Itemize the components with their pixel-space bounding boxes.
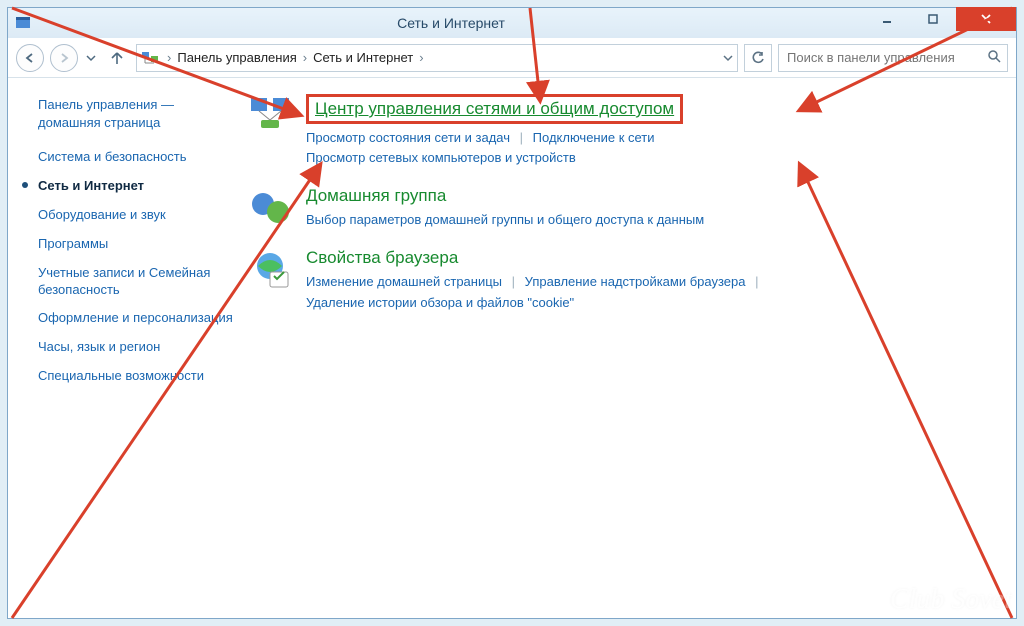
nav-history-dropdown[interactable]	[84, 53, 98, 63]
link-manage-addons[interactable]: Управление надстройками браузера	[525, 274, 746, 289]
address-bar[interactable]: › Панель управления › Сеть и Интернет ›	[136, 44, 738, 72]
nav-up-button[interactable]	[104, 45, 130, 71]
link-view-network-status[interactable]: Просмотр состояния сети и задач	[306, 130, 510, 145]
navbar: › Панель управления › Сеть и Интернет ›	[8, 38, 1016, 78]
control-panel-window: Сеть и Интернет	[7, 7, 1017, 619]
link-change-homepage[interactable]: Изменение домашней страницы	[306, 274, 502, 289]
category-network-sharing-center: Центр управления сетями и общим доступом…	[248, 94, 976, 168]
sidebar-item-programs[interactable]: Программы	[38, 230, 238, 259]
maximize-button[interactable]	[910, 7, 956, 31]
watermark: Club Sovet	[890, 584, 1012, 616]
sidebar-item-network-internet[interactable]: Сеть и Интернет	[38, 172, 238, 201]
search-input[interactable]	[785, 49, 987, 66]
link-delete-browsing-history[interactable]: Удаление истории обзора и файлов "cookie…	[306, 295, 574, 310]
crumb-chevron-icon[interactable]: ›	[417, 50, 425, 65]
nav-back-button[interactable]	[16, 44, 44, 72]
homegroup-icon	[248, 186, 292, 230]
crumb-chevron-icon[interactable]: ›	[165, 50, 173, 65]
sidebar-home-l1: Панель управления —	[38, 97, 174, 112]
sidebar-item-system-security[interactable]: Система и безопасность	[38, 143, 238, 172]
link-network-sharing-center[interactable]: Центр управления сетями и общим доступом	[306, 94, 683, 124]
sidebar-item-clock-language-region[interactable]: Часы, язык и регион	[38, 333, 238, 362]
category-internet-options: Свойства браузера Изменение домашней стр…	[248, 248, 976, 312]
sidebar-item-accounts-family[interactable]: Учетные записи и Семейная безопасность	[38, 259, 238, 305]
breadcrumb-network-internet[interactable]: Сеть и Интернет	[309, 50, 417, 65]
link-homegroup-settings[interactable]: Выбор параметров домашней группы и общег…	[306, 212, 704, 227]
titlebar: Сеть и Интернет	[8, 8, 1016, 38]
refresh-button[interactable]	[744, 44, 772, 72]
sidebar-item-appearance[interactable]: Оформление и персонализация	[38, 304, 238, 333]
refresh-icon	[751, 51, 765, 65]
nav-forward-button[interactable]	[50, 44, 78, 72]
link-homegroup[interactable]: Домашняя группа	[306, 186, 446, 206]
sidebar-home-l2: домашняя страница	[38, 115, 160, 130]
arrow-right-icon	[57, 51, 71, 65]
crumb-chevron-icon[interactable]: ›	[301, 50, 309, 65]
address-dropdown-icon[interactable]	[723, 53, 733, 63]
search-icon[interactable]	[987, 49, 1001, 66]
breadcrumb-control-panel[interactable]: Панель управления	[173, 50, 300, 65]
main-panel: Центр управления сетями и общим доступом…	[248, 78, 1016, 618]
sidebar-home-link[interactable]: Панель управления — домашняя страница	[38, 96, 238, 131]
link-internet-options[interactable]: Свойства браузера	[306, 248, 458, 268]
chevron-down-icon	[86, 53, 96, 63]
sidebar: Панель управления — домашняя страница Си…	[8, 78, 248, 618]
internet-options-icon	[248, 248, 292, 292]
link-view-network-devices[interactable]: Просмотр сетевых компьютеров и устройств	[306, 150, 576, 165]
search-box[interactable]	[778, 44, 1008, 72]
sidebar-item-hardware-sound[interactable]: Оборудование и звук	[38, 201, 238, 230]
close-button[interactable]	[956, 7, 1016, 31]
minimize-button[interactable]	[864, 7, 910, 31]
window-system-icon	[14, 14, 32, 32]
window-title: Сеть и Интернет	[38, 15, 864, 31]
network-sharing-icon	[248, 94, 292, 138]
arrow-left-icon	[23, 51, 37, 65]
network-location-icon	[141, 49, 159, 67]
arrow-up-icon	[109, 50, 125, 66]
link-connect-to-network[interactable]: Подключение к сети	[533, 130, 655, 145]
category-homegroup: Домашняя группа Выбор параметров домашне…	[248, 186, 976, 230]
sidebar-item-accessibility[interactable]: Специальные возможности	[38, 362, 238, 391]
